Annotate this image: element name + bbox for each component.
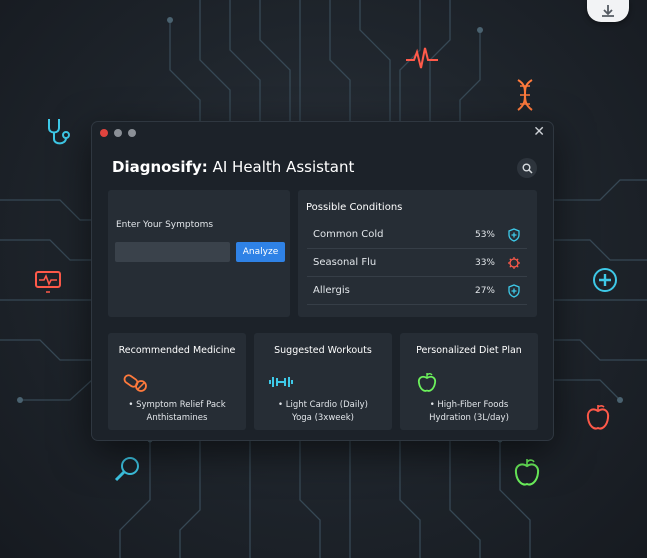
shield-plus-icon	[508, 228, 520, 242]
condition-percent: 53%	[474, 230, 495, 240]
analyze-button[interactable]: Analyze	[236, 242, 285, 262]
dumbbell-icon	[269, 377, 293, 387]
condition-percent: 33%	[474, 258, 495, 268]
workouts-card-title: Suggested Workouts	[274, 345, 372, 356]
symptoms-input[interactable]	[115, 242, 230, 262]
heartbeat-icon	[406, 47, 438, 69]
close-icon[interactable]: ✕	[533, 124, 545, 140]
diet-list: • High-Fiber Foods Hydration (3L/day)	[400, 399, 538, 425]
apple-icon	[417, 372, 437, 392]
condition-row[interactable]: Seasonal Flu 33%	[307, 250, 527, 277]
pill-icon	[123, 374, 147, 392]
workouts-list: • Light Cardio (Daily) Yoga (3xweek)	[254, 399, 392, 425]
virus-icon	[508, 257, 520, 269]
condition-percent: 27%	[474, 286, 495, 296]
list-item: Yoga (3xweek)	[292, 413, 354, 423]
search-button[interactable]	[517, 158, 537, 178]
close-dot[interactable]	[100, 129, 108, 137]
app-header: Diagnosify: AI Health Assistant	[92, 144, 553, 190]
magnifier-icon	[114, 457, 139, 482]
list-item: Anthistamines	[146, 413, 208, 423]
medical-cross-icon	[593, 268, 617, 292]
symptoms-label: Enter Your Symptoms	[116, 220, 214, 230]
maximize-dot[interactable]	[128, 129, 136, 137]
workouts-card[interactable]: Suggested Workouts • Light Cardio (Daily…	[254, 333, 392, 430]
diet-card[interactable]: Personalized Diet Plan • High-Fiber Food…	[400, 333, 538, 430]
monitor-heartbeat-icon	[35, 271, 61, 293]
symptoms-panel: Enter Your Symptoms Analyze	[108, 190, 290, 317]
conditions-panel: Possible Conditions Common Cold 53% Seas…	[298, 190, 537, 317]
list-item: Hydration (3L/day)	[429, 413, 509, 423]
condition-row[interactable]: Common Cold 53%	[307, 222, 527, 249]
shield-plus-icon	[508, 284, 520, 298]
condition-name: Allergis	[313, 285, 350, 296]
minimize-dot[interactable]	[114, 129, 122, 137]
apple-green-icon	[514, 459, 540, 486]
list-item: • High-Fiber Foods	[429, 400, 509, 410]
conditions-title: Possible Conditions	[306, 202, 403, 213]
search-icon	[522, 163, 533, 174]
condition-name: Seasonal Flu	[313, 257, 377, 268]
condition-name: Common Cold	[313, 229, 384, 240]
apple-icon	[586, 405, 610, 430]
condition-row[interactable]: Allergis 27%	[307, 278, 527, 305]
download-icon	[602, 5, 614, 17]
window-titlebar: ✕	[92, 122, 553, 144]
medicine-list: • Symptom Relief Pack Anthistamines	[108, 399, 246, 425]
download-button[interactable]	[587, 0, 629, 22]
dna-icon	[517, 79, 533, 111]
medicine-card[interactable]: Recommended Medicine • Symptom Relief Pa…	[108, 333, 246, 430]
list-item: • Light Cardio (Daily)	[278, 400, 368, 410]
page-title: Diagnosify: AI Health Assistant	[112, 158, 355, 176]
diet-card-title: Personalized Diet Plan	[416, 345, 522, 356]
list-item: • Symptom Relief Pack	[128, 400, 226, 410]
app-window: ✕ Diagnosify: AI Health Assistant Enter …	[92, 122, 553, 440]
medicine-card-title: Recommended Medicine	[118, 345, 236, 356]
stethoscope-icon	[48, 119, 70, 145]
